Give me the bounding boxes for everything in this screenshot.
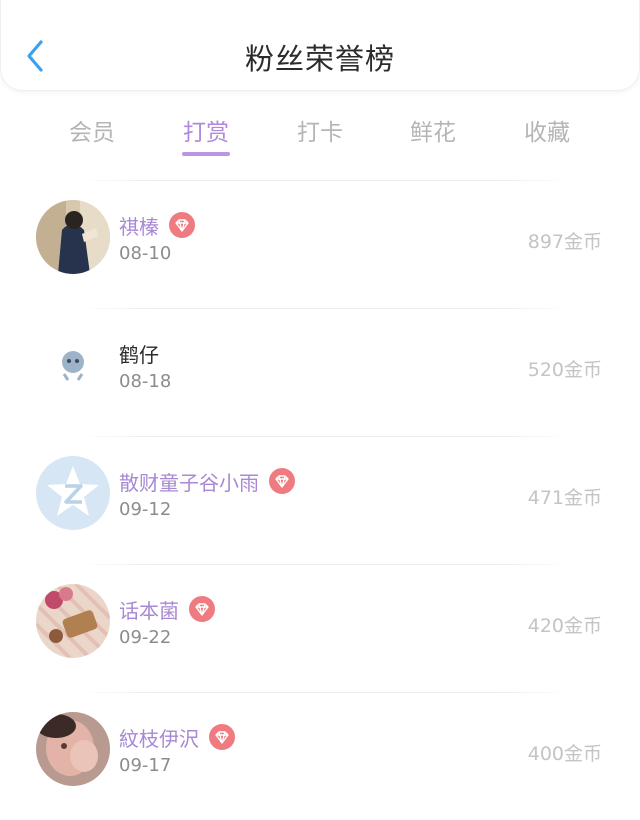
active-tab-indicator [182,152,230,156]
avatar[interactable] [36,456,110,530]
list-item[interactable]: 话本菌 09-22 420金币 [0,564,640,692]
diamond-icon [215,730,229,744]
tab-member[interactable]: 会员 [42,113,142,147]
list-item[interactable]: 祺榛 08-10 897金币 [0,180,640,308]
fan-name: 散财童子谷小雨 [119,470,259,495]
coin-amount: 420金币 [527,615,602,637]
vip-badge [269,468,295,494]
tab-bar: 会员 打赏 打卡 鲜花 收藏 [0,105,640,165]
list-item[interactable]: 散财童子谷小雨 09-12 471金币 [0,436,640,564]
reward-date: 08-18 [119,371,172,392]
tab-checkin[interactable]: 打卡 [270,113,370,147]
list-item[interactable]: 鹤仔 08-18 520金币 [0,308,640,436]
vip-badge [189,596,215,622]
coin-amount: 520金币 [527,359,602,381]
coin-amount: 897金币 [527,231,602,253]
reward-date: 09-22 [119,627,172,648]
top-bar: 粉丝荣誉榜 [0,0,640,91]
avatar[interactable] [36,584,110,658]
tab-reward[interactable]: 打赏 [156,113,256,147]
list-item[interactable]: 紋枝伊沢 09-17 400金币 [0,692,640,820]
fan-name: 鹤仔 [119,342,159,367]
fan-name: 紋枝伊沢 [119,726,199,751]
avatar[interactable] [36,328,110,402]
vip-badge [169,212,195,238]
fan-name: 话本菌 [119,598,179,623]
coin-amount: 471金币 [527,487,602,509]
fan-name: 祺榛 [119,214,159,239]
avatar[interactable] [36,712,110,786]
avatar[interactable] [36,200,110,274]
tab-flowers[interactable]: 鲜花 [383,113,483,147]
reward-date: 09-12 [119,499,172,520]
vip-badge [209,724,235,750]
tab-favorites[interactable]: 收藏 [497,113,597,147]
coin-amount: 400金币 [527,743,602,765]
diamond-icon [175,218,189,232]
page-title: 粉丝荣誉榜 [244,42,395,76]
reward-date: 08-10 [119,243,172,264]
diamond-icon [275,474,289,488]
diamond-icon [195,602,209,616]
reward-date: 09-17 [119,755,172,776]
